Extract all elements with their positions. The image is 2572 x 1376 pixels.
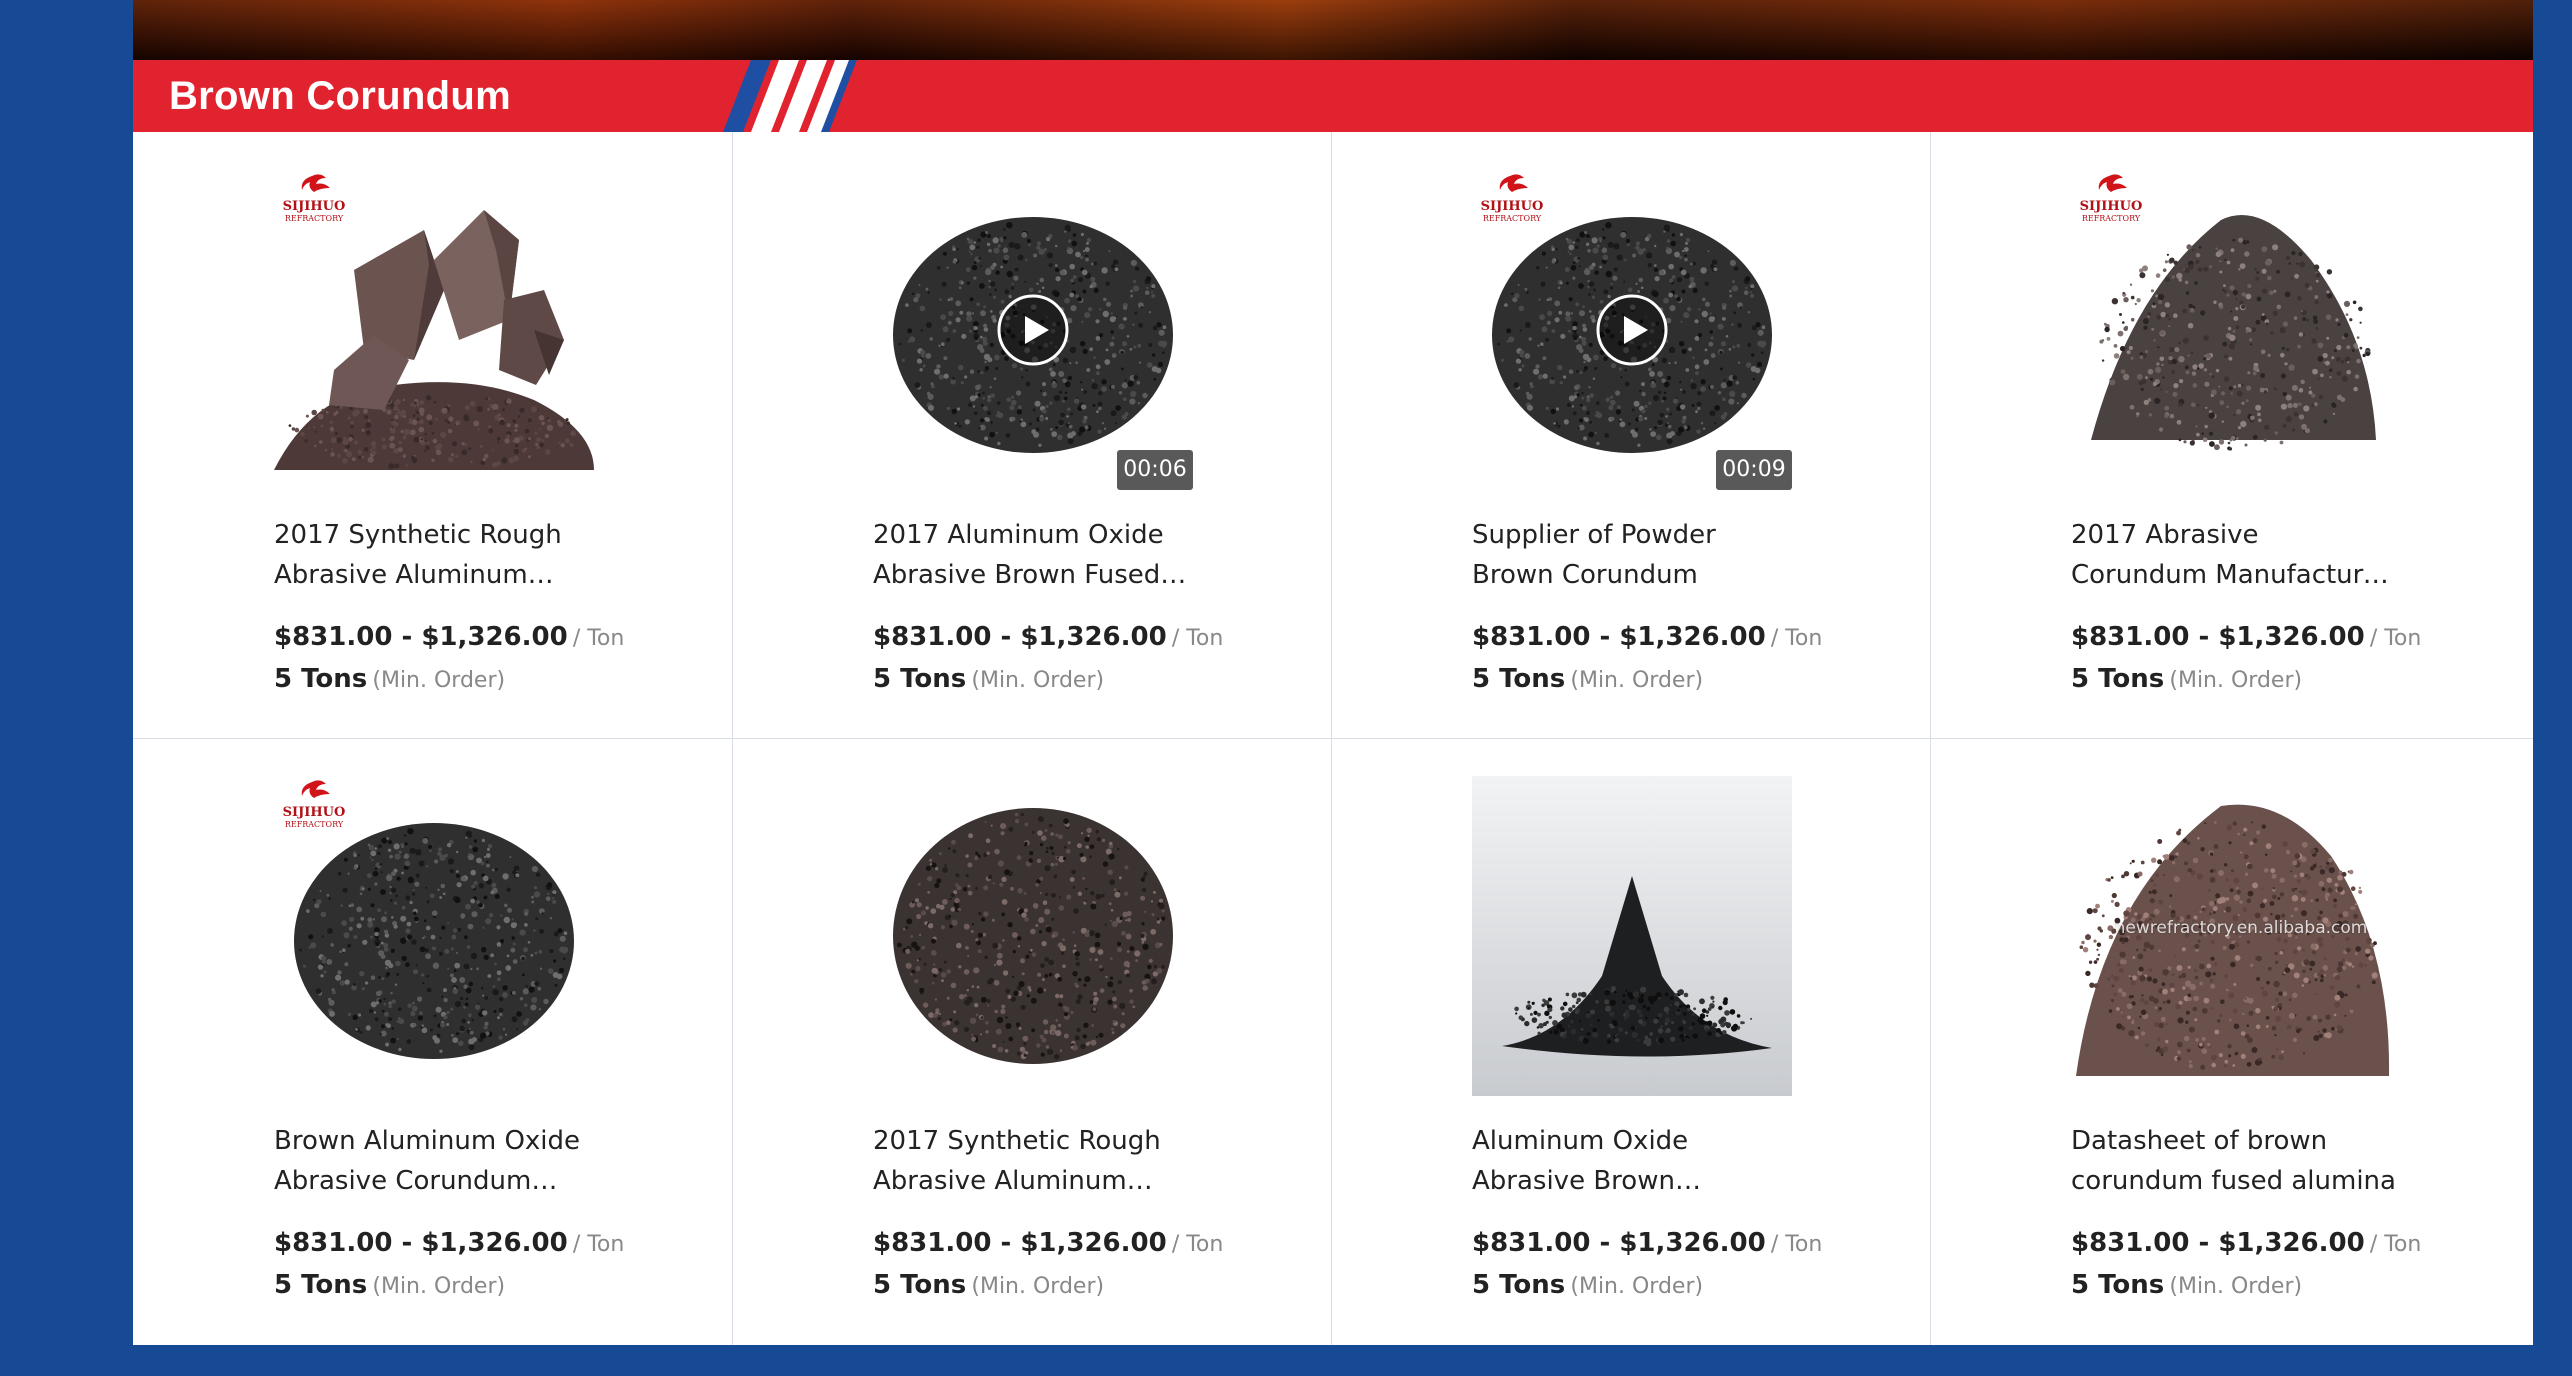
- min-order-quantity: 5 Tons: [1472, 664, 1566, 694]
- price-row: $831.00 - $1,326.00 / Ton: [274, 1228, 624, 1258]
- min-order-label: (Min. Order): [372, 668, 506, 693]
- image-watermark: newrefractory.en.alibaba.com: [2114, 918, 2368, 938]
- product-image[interactable]: SIJIHUO REFRACTORY: [274, 170, 594, 490]
- price-unit: / Ton: [1171, 1232, 1224, 1257]
- price-unit: / Ton: [1770, 1232, 1823, 1257]
- product-price: $831.00 - $1,326.00: [2071, 1228, 2365, 1258]
- svg-text:SIJIHUO: SIJIHUO: [2080, 199, 2143, 214]
- min-order-row: 5 Tons (Min. Order): [2071, 664, 2302, 694]
- min-order-row: 5 Tons (Min. Order): [1472, 664, 1703, 694]
- price-row: $831.00 - $1,326.00 / Ton: [2071, 1228, 2421, 1258]
- svg-text:REFRACTORY: REFRACTORY: [2082, 214, 2141, 223]
- product-title[interactable]: Brown Aluminum Oxide Abrasive Corundum P…: [274, 1121, 604, 1201]
- product-price: $831.00 - $1,326.00: [274, 1228, 568, 1258]
- product-image[interactable]: [1472, 776, 1792, 1096]
- min-order-label: (Min. Order): [971, 1274, 1105, 1299]
- price-row: $831.00 - $1,326.00 / Ton: [1472, 622, 1822, 652]
- min-order-label: (Min. Order): [971, 668, 1105, 693]
- min-order-quantity: 5 Tons: [873, 664, 967, 694]
- svg-text:REFRACTORY: REFRACTORY: [285, 214, 344, 223]
- price-row: $831.00 - $1,326.00 / Ton: [873, 622, 1223, 652]
- product-card[interactable]: newrefractory.en.alibaba.com Datasheet o…: [1930, 738, 2529, 1344]
- product-title[interactable]: Datasheet of brown corundum fused alumin…: [2071, 1121, 2401, 1201]
- product-image[interactable]: SIJIHUO REFRACTORY: [274, 776, 594, 1096]
- min-order-quantity: 5 Tons: [2071, 664, 2165, 694]
- product-title[interactable]: Aluminum Oxide Abrasive Brown Corundum: [1472, 1121, 1802, 1201]
- product-title[interactable]: 2017 Abrasive Corundum Manufacturer Brow…: [2071, 515, 2401, 595]
- svg-text:REFRACTORY: REFRACTORY: [285, 820, 344, 829]
- brand-logo: SIJIHUO REFRACTORY: [274, 170, 354, 226]
- product-title[interactable]: 2017 Synthetic Rough Abrasive Aluminum O…: [274, 515, 604, 595]
- product-price: $831.00 - $1,326.00: [274, 622, 568, 652]
- price-unit: / Ton: [1171, 626, 1224, 651]
- svg-text:SIJIHUO: SIJIHUO: [1481, 199, 1544, 214]
- video-duration-badge: 00:09: [1716, 450, 1792, 490]
- product-image[interactable]: [873, 776, 1193, 1096]
- price-unit: / Ton: [2369, 626, 2422, 651]
- min-order-quantity: 5 Tons: [274, 1270, 368, 1300]
- min-order-label: (Min. Order): [2169, 1274, 2303, 1299]
- product-section: Brown Corundum SIJIHUO REFRACTORY 2017 S…: [133, 0, 2533, 1345]
- price-row: $831.00 - $1,326.00 / Ton: [274, 622, 624, 652]
- section-header-bar: Brown Corundum: [133, 60, 2533, 132]
- section-title: Brown Corundum: [169, 74, 511, 118]
- product-image[interactable]: SIJIHUO REFRACTORY: [2071, 170, 2391, 490]
- product-title[interactable]: 2017 Aluminum Oxide Abrasive Brown Fused…: [873, 515, 1203, 595]
- product-price: $831.00 - $1,326.00: [873, 622, 1167, 652]
- min-order-label: (Min. Order): [2169, 668, 2303, 693]
- price-unit: / Ton: [1770, 626, 1823, 651]
- product-title[interactable]: Supplier of Powder Brown Corundum: [1472, 515, 1802, 595]
- min-order-row: 5 Tons (Min. Order): [873, 664, 1104, 694]
- min-order-label: (Min. Order): [1570, 1274, 1704, 1299]
- product-image[interactable]: 00:06: [873, 170, 1193, 490]
- play-icon[interactable]: [1595, 293, 1669, 367]
- product-price: $831.00 - $1,326.00: [1472, 622, 1766, 652]
- brand-logo: SIJIHUO REFRACTORY: [1472, 170, 1552, 226]
- min-order-row: 5 Tons (Min. Order): [873, 1270, 1104, 1300]
- min-order-quantity: 5 Tons: [1472, 1270, 1566, 1300]
- price-row: $831.00 - $1,326.00 / Ton: [2071, 622, 2421, 652]
- product-card[interactable]: SIJIHUO REFRACTORY Brown Aluminum Oxide …: [133, 738, 732, 1344]
- svg-text:SIJIHUO: SIJIHUO: [283, 199, 346, 214]
- decorative-stripes: [723, 60, 857, 132]
- product-card[interactable]: SIJIHUO REFRACTORY 00:09 Supplier of Pow…: [1331, 132, 1930, 738]
- min-order-label: (Min. Order): [1570, 668, 1704, 693]
- price-unit: / Ton: [572, 1232, 625, 1257]
- product-card[interactable]: 00:06 2017 Aluminum Oxide Abrasive Brown…: [732, 132, 1331, 738]
- product-card[interactable]: Aluminum Oxide Abrasive Brown Corundum $…: [1331, 738, 1930, 1344]
- video-duration-badge: 00:06: [1117, 450, 1193, 490]
- min-order-row: 5 Tons (Min. Order): [274, 1270, 505, 1300]
- min-order-quantity: 5 Tons: [2071, 1270, 2165, 1300]
- play-icon[interactable]: [996, 293, 1070, 367]
- svg-text:SIJIHUO: SIJIHUO: [283, 805, 346, 820]
- min-order-label: (Min. Order): [372, 1274, 506, 1299]
- product-card[interactable]: 2017 Synthetic Rough Abrasive Aluminum O…: [732, 738, 1331, 1344]
- product-card[interactable]: SIJIHUO REFRACTORY 2017 Synthetic Rough …: [133, 132, 732, 738]
- min-order-row: 5 Tons (Min. Order): [274, 664, 505, 694]
- min-order-row: 5 Tons (Min. Order): [1472, 1270, 1703, 1300]
- price-row: $831.00 - $1,326.00 / Ton: [1472, 1228, 1822, 1258]
- product-title[interactable]: 2017 Synthetic Rough Abrasive Aluminum O…: [873, 1121, 1203, 1201]
- product-grid: SIJIHUO REFRACTORY 2017 Synthetic Rough …: [133, 132, 2533, 1345]
- hero-banner-image: [133, 0, 2533, 60]
- min-order-quantity: 5 Tons: [873, 1270, 967, 1300]
- price-row: $831.00 - $1,326.00 / Ton: [873, 1228, 1223, 1258]
- price-unit: / Ton: [572, 626, 625, 651]
- product-card[interactable]: SIJIHUO REFRACTORY 2017 Abrasive Corundu…: [1930, 132, 2529, 738]
- brand-logo: SIJIHUO REFRACTORY: [2071, 170, 2151, 226]
- min-order-row: 5 Tons (Min. Order): [2071, 1270, 2302, 1300]
- price-unit: / Ton: [2369, 1232, 2422, 1257]
- product-price: $831.00 - $1,326.00: [1472, 1228, 1766, 1258]
- product-price: $831.00 - $1,326.00: [873, 1228, 1167, 1258]
- product-image[interactable]: SIJIHUO REFRACTORY 00:09: [1472, 170, 1792, 490]
- product-image[interactable]: newrefractory.en.alibaba.com: [2071, 776, 2391, 1096]
- svg-text:REFRACTORY: REFRACTORY: [1483, 214, 1542, 223]
- brand-logo: SIJIHUO REFRACTORY: [274, 776, 354, 832]
- product-price: $831.00 - $1,326.00: [2071, 622, 2365, 652]
- min-order-quantity: 5 Tons: [274, 664, 368, 694]
